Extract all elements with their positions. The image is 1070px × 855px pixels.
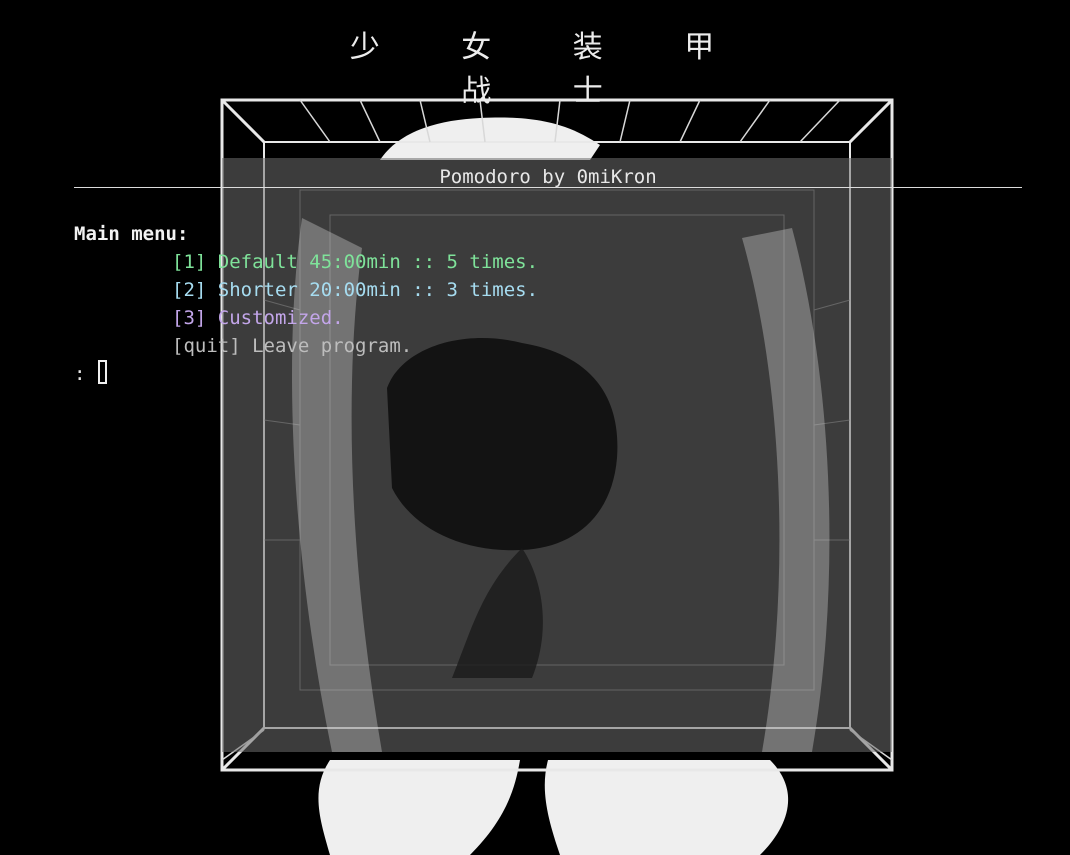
desktop-screen: 少 女 装 甲 战 士 Pomodoro by 0miKron Main men… [0,0,1070,855]
input-prompt: : [74,363,86,385]
title-divider [74,187,1022,188]
menu-option-quit[interactable]: [quit] Leave program. [172,332,412,360]
menu-option-shorter[interactable]: [2] Shorter 20:00min :: 3 times. [172,276,538,304]
menu-option-default[interactable]: [1] Default 45:00min :: 5 times. [172,248,538,276]
menu-option-customized[interactable]: [3] Customized. [172,304,344,332]
terminal-input-cursor[interactable] [98,360,107,384]
terminal-window[interactable]: Pomodoro by 0miKron Main menu: [1] Defau… [0,0,1070,855]
menu-heading: Main menu: [74,223,189,245]
